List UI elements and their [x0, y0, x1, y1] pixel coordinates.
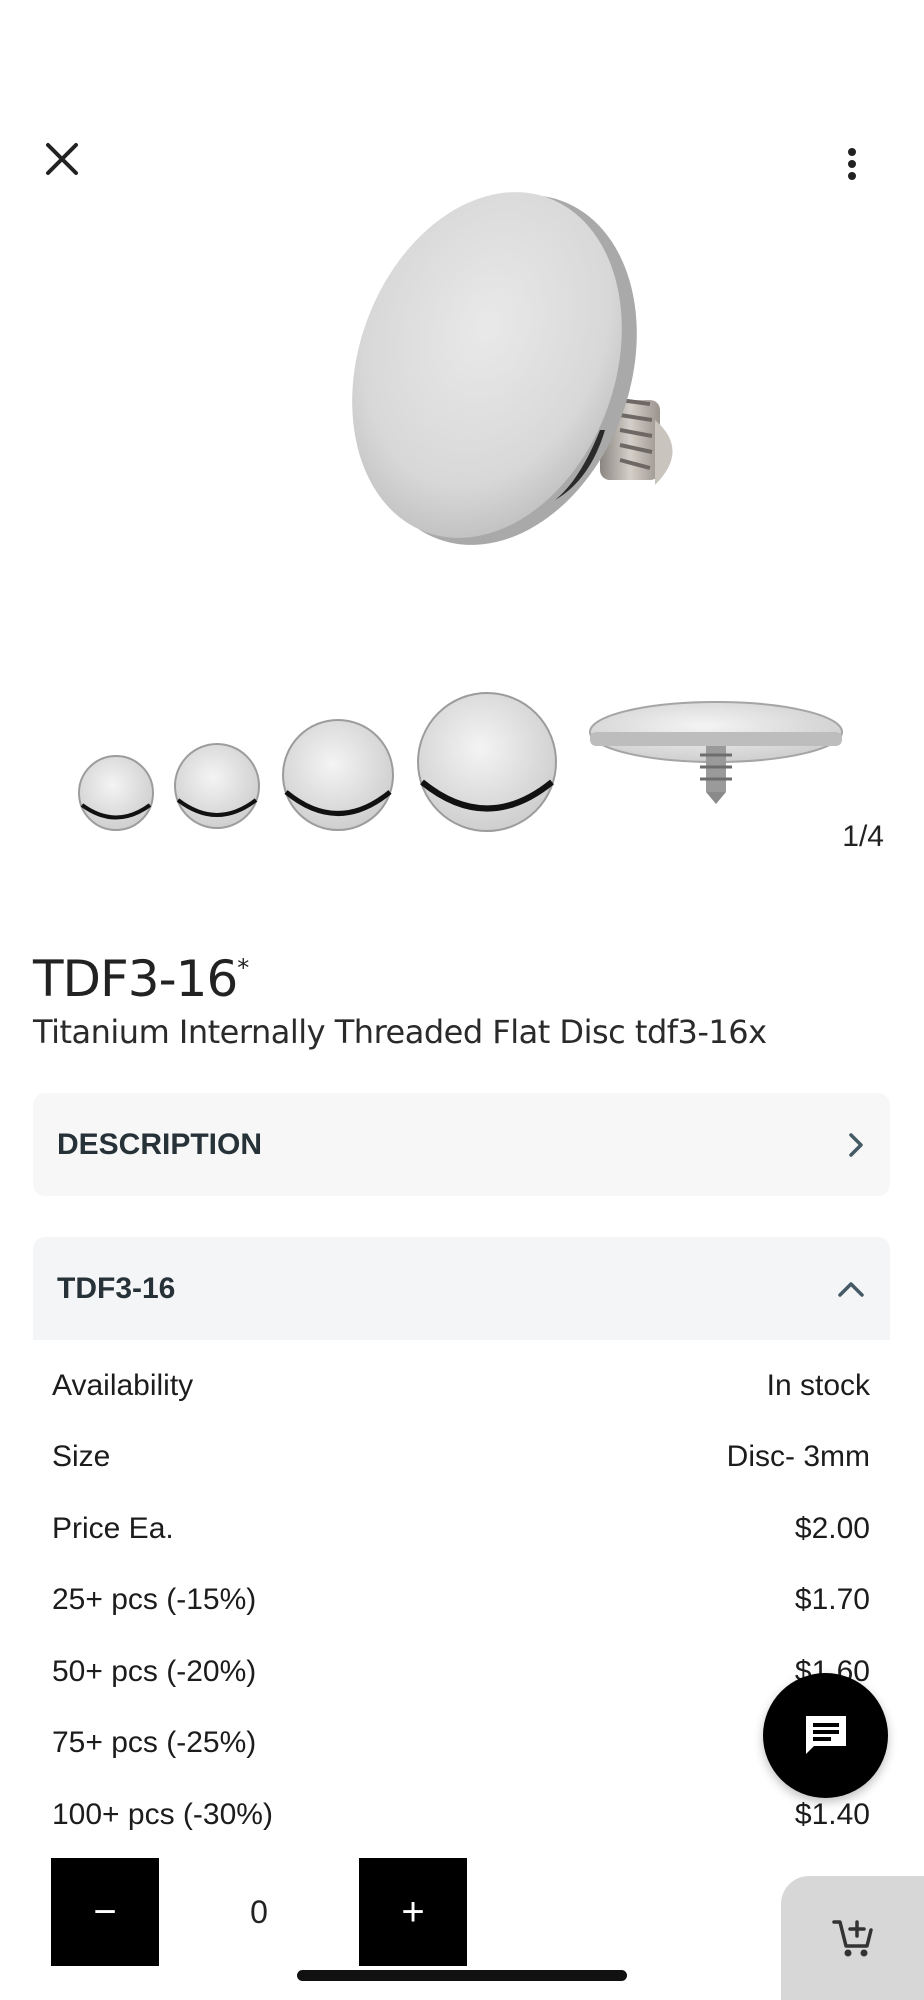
description-accordion[interactable]: DESCRIPTION [33, 1093, 890, 1196]
thumbnail-disc-2[interactable] [174, 743, 260, 829]
spec-row-availability: Availability In stock [52, 1350, 870, 1422]
title-marker: * [237, 954, 249, 982]
thumbnail-disc-side[interactable] [589, 701, 843, 804]
add-to-cart-button[interactable] [781, 1876, 924, 2000]
image-counter: 1/4 [842, 820, 884, 853]
variant-accordion[interactable]: TDF3-16 [33, 1237, 890, 1340]
spec-label: 75+ pcs (-25%) [52, 1726, 257, 1760]
home-indicator[interactable] [297, 1970, 627, 1981]
spec-row-price: Price Ea. $2.00 [52, 1493, 870, 1565]
product-thumbnail-strip[interactable] [0, 680, 924, 860]
thumbnail-disc-4[interactable] [417, 692, 557, 832]
spec-value: $1.40 [794, 1797, 870, 1831]
description-label: DESCRIPTION [57, 1127, 263, 1161]
chat-icon [805, 1715, 846, 1754]
spec-value: Disc- 3mm [726, 1440, 870, 1474]
spec-label: 100+ pcs (-30%) [52, 1797, 273, 1831]
quantity-value[interactable]: 0 [159, 1894, 359, 1931]
spec-row-25pcs: 25+ pcs (-15%) $1.70 [52, 1565, 870, 1637]
chevron-up-icon [838, 1281, 864, 1297]
chat-button[interactable] [763, 1673, 888, 1798]
variant-details: Availability In stock Size Disc- 3mm Price… [52, 1350, 870, 1851]
add-shopping-cart-icon [831, 1920, 873, 1957]
spec-label: Availability [52, 1368, 194, 1402]
quantity-stepper: − 0 + [51, 1858, 467, 1966]
spec-label: Price Ea. [52, 1511, 174, 1545]
thumbnail-disc-3[interactable] [282, 719, 394, 831]
spec-value: $1.70 [794, 1583, 870, 1617]
variant-label: TDF3-16 [57, 1271, 176, 1305]
spec-label: 25+ pcs (-15%) [52, 1583, 257, 1617]
increase-quantity-button[interactable]: + [359, 1858, 467, 1966]
spec-value: In stock [766, 1368, 870, 1402]
product-code: TDF3-16 [33, 950, 238, 1008]
product-title: TDF3-16* [33, 950, 249, 1008]
spec-row-100pcs: 100+ pcs (-30%) $1.40 [52, 1779, 870, 1851]
spec-row-size: Size Disc- 3mm [52, 1422, 870, 1494]
spec-row-75pcs: 75+ pcs (-25%) [52, 1708, 870, 1780]
spec-label: Size [52, 1440, 111, 1474]
product-image[interactable] [0, 100, 924, 660]
spec-label: 50+ pcs (-20%) [52, 1654, 257, 1688]
spec-value: $2.00 [794, 1511, 870, 1545]
thumbnail-disc-1[interactable] [78, 755, 154, 831]
decrease-quantity-button[interactable]: − [51, 1858, 159, 1966]
chevron-right-icon [849, 1132, 863, 1157]
product-subtitle: Titanium Internally Threaded Flat Disc t… [33, 1013, 767, 1051]
spec-row-50pcs: 50+ pcs (-20%) $1.60 [52, 1636, 870, 1708]
